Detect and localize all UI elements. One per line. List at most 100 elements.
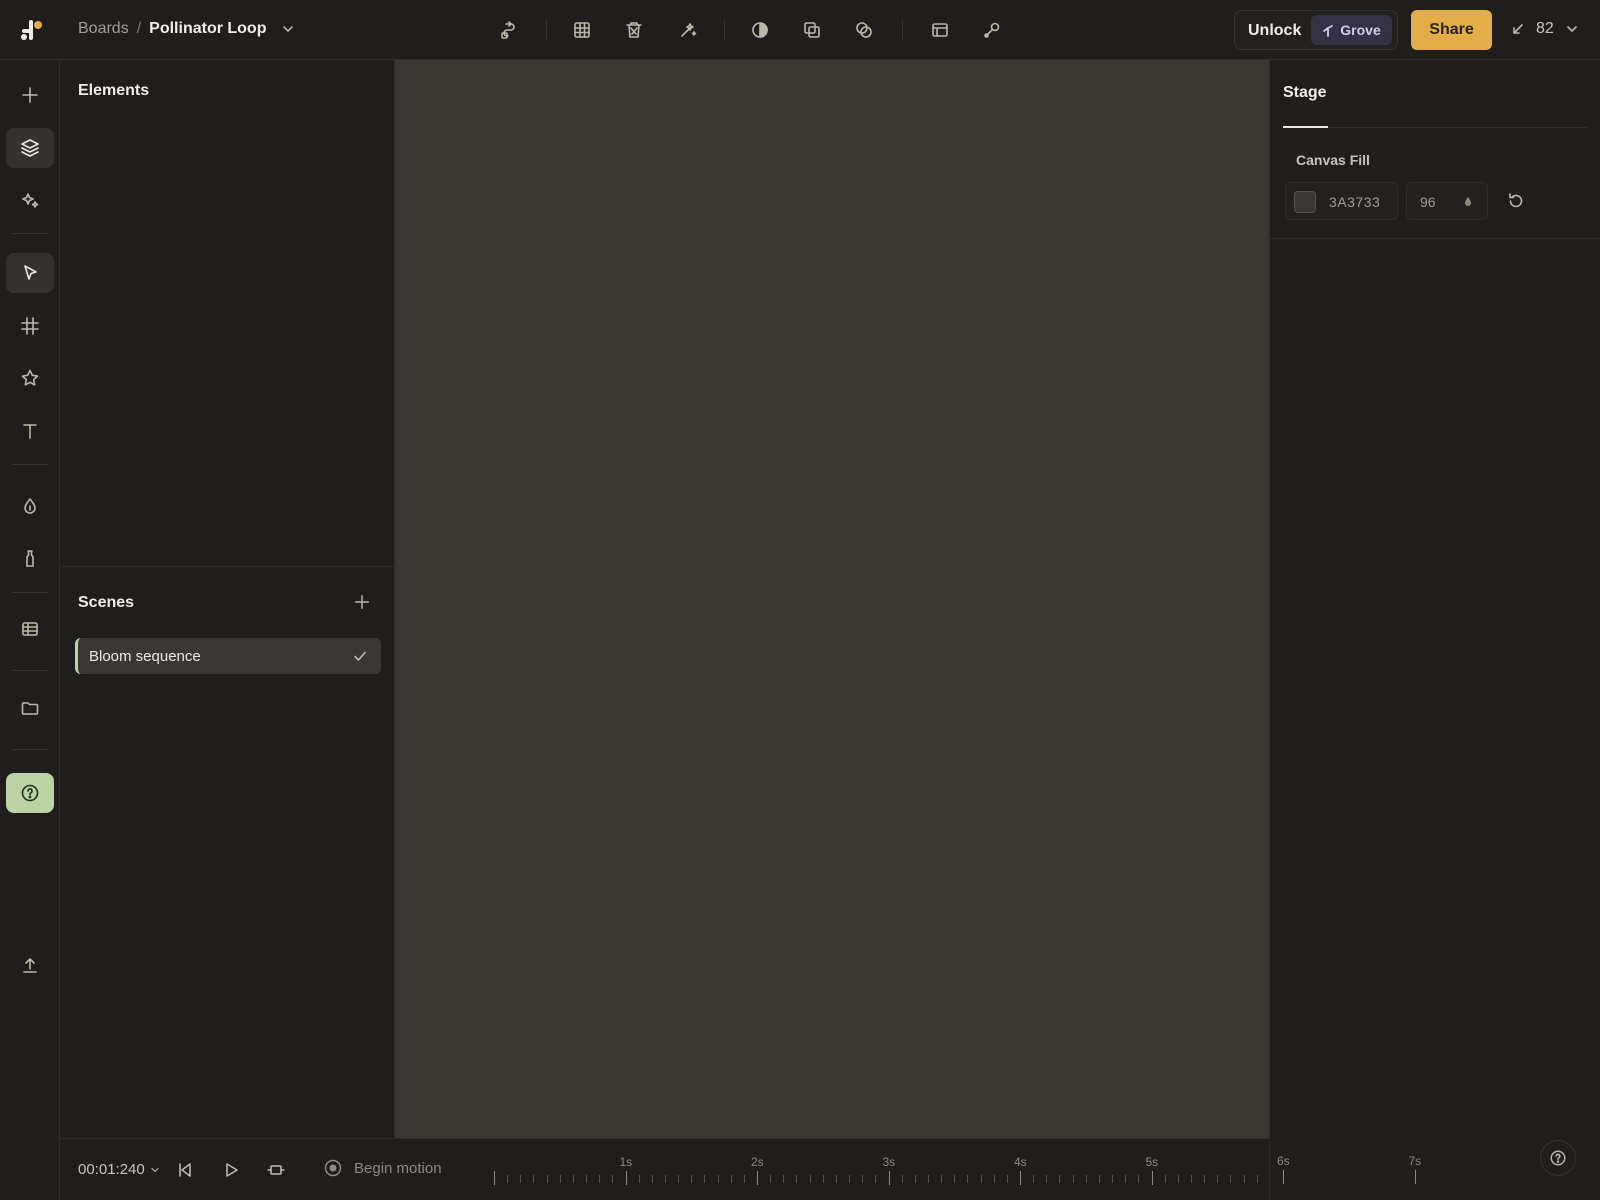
trash-icon[interactable] (622, 18, 646, 42)
ruler-minor-tick (507, 1175, 509, 1183)
ruler-minor-tick (914, 1175, 916, 1183)
overlap-icon[interactable] (852, 18, 876, 42)
route-icon[interactable] (497, 18, 521, 42)
project-name[interactable]: Pollinator Loop (149, 20, 266, 38)
text-tool-button[interactable] (6, 411, 54, 451)
add-scene-button[interactable] (350, 590, 374, 614)
play-button[interactable] (220, 1159, 242, 1181)
tab-stage[interactable]: Stage (1283, 84, 1327, 102)
export-button[interactable] (6, 945, 54, 985)
app-logo-icon[interactable] (18, 16, 46, 44)
grid-table-icon[interactable] (570, 18, 594, 42)
ruler-major-tick (1151, 1171, 1153, 1185)
unlock-plan-button[interactable]: Unlock Grove (1234, 10, 1398, 50)
ruler-minor-tick (993, 1175, 995, 1183)
star-icon (21, 369, 39, 386)
loop-button[interactable] (265, 1159, 287, 1181)
ruler-minor-tick (1204, 1175, 1206, 1183)
ruler-major-tick (1283, 1170, 1284, 1184)
unlock-label: Unlock (1248, 22, 1302, 39)
pointer-icon (24, 265, 37, 280)
ruler-minor-tick (862, 1175, 864, 1183)
begin-motion-label: Begin motion (354, 1159, 442, 1177)
ai-assist-button[interactable] (6, 180, 54, 220)
ruler-label: 1s (619, 1155, 633, 1169)
folder-icon (21, 702, 39, 715)
ruler-minor-tick (835, 1175, 837, 1183)
share-button[interactable]: Share (1411, 10, 1492, 50)
layout-icon[interactable] (928, 18, 952, 42)
wrench-icon[interactable] (980, 18, 1004, 42)
breadcrumb-boards-link[interactable]: Boards (78, 20, 129, 38)
ruler-minor-tick (1190, 1175, 1192, 1183)
color-swatch[interactable] (1294, 191, 1316, 213)
chevron-down-icon (151, 1167, 159, 1172)
ruler-minor-tick (1138, 1175, 1140, 1183)
ruler-minor-tick (730, 1175, 732, 1183)
ruler-minor-tick (796, 1175, 798, 1183)
layers-icon (21, 139, 39, 157)
elements-heading: Elements (78, 82, 150, 99)
chevron-down-icon[interactable] (280, 21, 296, 37)
ruler-minor-tick (809, 1175, 811, 1183)
duplicate-icon[interactable] (800, 18, 824, 42)
ruler-minor-tick (717, 1175, 719, 1183)
timeline-bar: 00:01:240 Begin motion 1s 2s 3s 4s 5s (60, 1138, 1269, 1200)
data-table-button[interactable] (6, 609, 54, 649)
contrast-icon[interactable] (748, 18, 772, 42)
ruler-minor-tick (967, 1175, 969, 1183)
scenes-heading: Scenes (78, 594, 135, 611)
canvas-fill-label: Canvas Fill (1296, 152, 1370, 168)
resize-arrow-icon (1513, 24, 1523, 34)
canvas-fill-color-field[interactable]: 3A3733 (1285, 182, 1398, 220)
help-button[interactable] (6, 773, 54, 813)
scene-item[interactable]: Bloom sequence (75, 638, 381, 674)
artboard-canvas[interactable] (395, 60, 1269, 1138)
begin-motion-button[interactable]: Begin motion (324, 1159, 442, 1177)
rewind-button[interactable] (174, 1159, 196, 1181)
timeline-ruler[interactable]: 1s 2s 3s 4s 5s (484, 1139, 1269, 1200)
layers-button[interactable] (6, 128, 54, 168)
shape-tool-button[interactable] (6, 358, 54, 398)
help-floating-button[interactable] (1540, 1140, 1576, 1176)
ruler-minor-tick (849, 1175, 851, 1183)
canvas-fill-opacity-field[interactable]: 96 (1406, 182, 1488, 220)
opacity-value[interactable]: 96 (1420, 194, 1436, 210)
ruler-minor-tick (875, 1175, 877, 1183)
ruler-minor-tick (1085, 1175, 1087, 1183)
rail-separator (12, 670, 48, 671)
active-tab-indicator (1283, 126, 1328, 128)
ruler-minor-tick (638, 1175, 640, 1183)
breadcrumb: Boards / Pollinator Loop (78, 20, 296, 38)
select-tool-button[interactable] (6, 253, 54, 293)
ruler-minor-tick (651, 1175, 653, 1183)
frame-tool-button[interactable] (6, 306, 54, 346)
zoom-control[interactable]: 82 (1510, 20, 1580, 38)
ruler-label: 7s (1408, 1154, 1422, 1168)
files-button[interactable] (6, 688, 54, 728)
rail-separator (12, 464, 48, 465)
ruler-minor-tick (1230, 1175, 1232, 1183)
timeline-ruler-extension[interactable]: 6s 7s (1269, 1138, 1519, 1200)
ruler-minor-tick (822, 1175, 824, 1183)
current-time-dropdown[interactable]: 00:01:240 (78, 1161, 161, 1178)
frame-grid-icon (21, 317, 39, 335)
color-hex-value[interactable]: 3A3733 (1329, 194, 1380, 210)
ruler-label: 6s (1277, 1154, 1290, 1168)
plan-sprout-icon (1323, 25, 1334, 37)
text-icon (23, 424, 37, 439)
ruler-minor-tick (1046, 1175, 1048, 1183)
fill-tool-button[interactable] (6, 486, 54, 526)
ruler-minor-tick (1125, 1175, 1127, 1183)
reset-fill-button[interactable] (1506, 191, 1526, 211)
ruler-minor-tick (664, 1175, 666, 1183)
opacity-drop-icon (1465, 197, 1471, 206)
add-element-button[interactable] (6, 75, 54, 115)
ruler-minor-tick (941, 1175, 943, 1183)
current-time: 00:01:240 (78, 1161, 145, 1178)
asset-tool-button[interactable] (6, 539, 54, 579)
magic-wand-icon[interactable] (676, 18, 700, 42)
ruler-major-tick (1020, 1171, 1021, 1185)
ruler-minor-tick (743, 1175, 745, 1183)
toolbar-separator (724, 20, 725, 40)
